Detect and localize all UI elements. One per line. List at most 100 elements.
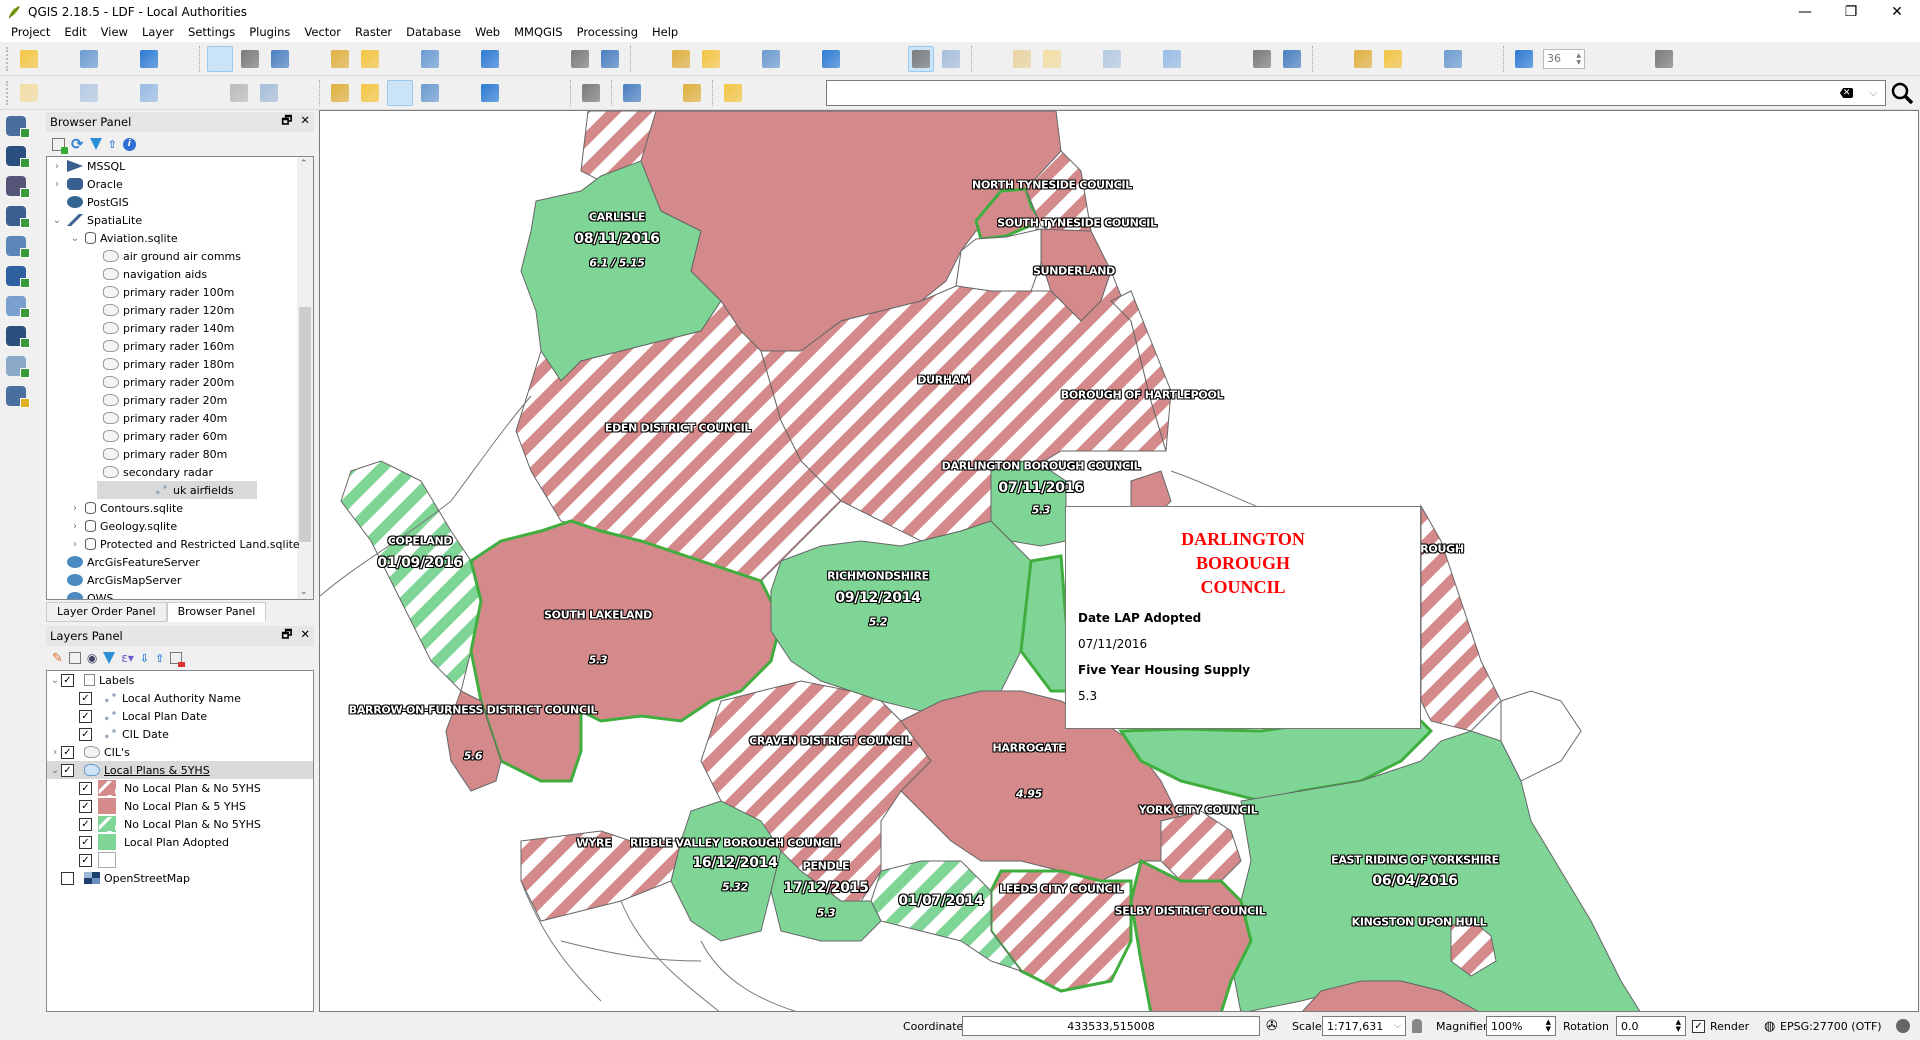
menu-plugins[interactable]: Plugins (242, 25, 297, 39)
browser-item[interactable]: › MSSQL (47, 157, 313, 175)
render-checkbox[interactable]: ✓ (1692, 1019, 1705, 1033)
remove-layer-icon[interactable] (170, 652, 186, 667)
chevron-right-icon[interactable]: › (49, 747, 61, 758)
layer-tree-item[interactable]: ⌄ ✓ Labels (47, 671, 313, 689)
local-histogram-stretch-button[interactable] (1009, 46, 1035, 72)
expand-all-icon[interactable]: ⇩ (140, 652, 149, 665)
qgis2web-3-button[interactable] (1380, 46, 1406, 72)
save-as-button[interactable] (106, 46, 132, 72)
layer-tree-item[interactable]: ⌄ ✓ Local Plans & 5YHS (47, 761, 313, 779)
zoom-next-button[interactable] (507, 46, 533, 72)
local-cumulative-stretch-button[interactable] (1069, 46, 1095, 72)
messages-icon[interactable] (1896, 1019, 1910, 1033)
open-field-calculator-button[interactable] (818, 46, 844, 72)
select-features-button[interactable] (698, 46, 724, 72)
browser-item[interactable]: › Oracle (47, 175, 313, 193)
p2-plugin-button[interactable] (1621, 46, 1647, 72)
filter-icon[interactable] (89, 138, 102, 150)
browser-item[interactable]: ⌄ Aviation.sqlite (47, 229, 313, 247)
collapse-all-icon[interactable]: ⇧ (108, 138, 117, 151)
qgis2web-1-button[interactable] (1320, 46, 1346, 72)
close-panel-icon[interactable]: ✕ (300, 113, 310, 132)
georeferencer-button[interactable] (1279, 46, 1305, 72)
map-canvas[interactable]: CARLISLE 08/11/2016 6.1 / 5.15 NORTH TYNESI… (319, 110, 1919, 1012)
menu-vector[interactable]: Vector (297, 25, 348, 39)
open-project-button[interactable] (46, 46, 72, 72)
filter-legend-icon[interactable] (103, 652, 116, 664)
chevron-right-icon[interactable]: › (51, 179, 63, 190)
text-annotation-button[interactable] (938, 46, 964, 72)
locator-search-input[interactable]: ✕ ⌵ (826, 80, 1886, 106)
layer-visibility-checkbox[interactable] (61, 871, 74, 885)
browser-item[interactable]: › Geology.sqlite (47, 517, 313, 535)
refresh-icon[interactable]: ⟳ (71, 135, 84, 153)
layer-visibility-checkbox[interactable]: ✓ (61, 673, 74, 687)
style-manager-icon[interactable]: ✎ (52, 651, 63, 666)
cumulative-stretch-button[interactable] (1039, 46, 1065, 72)
menu-view[interactable]: View (94, 25, 135, 39)
spiral-size-spinbox[interactable]: 36 ▲ ▼ (1543, 48, 1585, 69)
zoom-out-button[interactable] (327, 46, 353, 72)
float-panel-icon[interactable]: 🗗 (282, 627, 293, 646)
new-vector-layer-button[interactable] (6, 386, 36, 412)
decrease-brightness-button[interactable] (1129, 46, 1155, 72)
crs-status[interactable]: EPSG:27700 (OTF) (1780, 1020, 1882, 1033)
chevron-down-icon[interactable]: ⌄ (51, 215, 63, 226)
clear-icon[interactable]: ✕ (1839, 88, 1854, 98)
toggle-extents-icon[interactable]: ✇ (1266, 1018, 1278, 1034)
pan-map-button[interactable] (237, 46, 263, 72)
move-label-button[interactable] (447, 80, 473, 106)
toolbar-grip[interactable] (6, 46, 10, 71)
qgis2web-5-button[interactable] (1440, 46, 1466, 72)
magnifier-spinbox[interactable]: 100% ▲ ▼ (1486, 1016, 1556, 1036)
menu-edit[interactable]: Edit (57, 25, 93, 39)
spiral-button[interactable] (1511, 46, 1537, 72)
visibility-icon[interactable]: ◉ (87, 651, 97, 665)
menu-raster[interactable]: Raster (348, 25, 399, 39)
browser-item[interactable]: PostGIS (47, 193, 313, 211)
chevron-down-icon[interactable]: ⌄ (69, 233, 81, 244)
new-project-button[interactable] (16, 46, 42, 72)
browser-item[interactable]: primary rader 180m (47, 355, 313, 373)
float-panel-icon[interactable]: 🗗 (282, 113, 293, 132)
browser-item[interactable]: OWS (47, 589, 313, 599)
properties-icon[interactable]: i (122, 137, 136, 151)
decrease-contrast-button[interactable] (1189, 46, 1215, 72)
add-wms-layer-button[interactable] (6, 236, 36, 262)
layer-tree-item[interactable]: ✓ (47, 851, 313, 869)
menu-help[interactable]: Help (645, 25, 685, 39)
add-virtual-layer-button[interactable] (6, 356, 36, 382)
new-print-composer-button[interactable] (136, 46, 162, 72)
menu-database[interactable]: Database (399, 25, 468, 39)
csw-button[interactable] (578, 80, 604, 106)
move-feature-button[interactable] (136, 80, 162, 106)
add-wcs-layer-button[interactable] (6, 296, 36, 322)
save-layer-edits-button[interactable] (76, 80, 102, 106)
add-postgis-layer-button[interactable] (6, 206, 36, 232)
increase-contrast-button[interactable] (1159, 46, 1185, 72)
label-text-button[interactable] (537, 80, 563, 106)
lock-scale-icon[interactable] (1412, 1019, 1422, 1033)
paste-features-button[interactable] (286, 80, 312, 106)
maximize-button[interactable]: ❐ (1828, 0, 1874, 24)
grid-tool-button[interactable] (1219, 46, 1245, 72)
add-group-icon[interactable] (68, 652, 81, 664)
chevron-down-icon[interactable]: ⌵ (1869, 88, 1877, 99)
map-tips-button[interactable] (908, 45, 934, 72)
browser-item[interactable]: uk airfields (97, 481, 257, 499)
layer-labeling-button[interactable] (327, 80, 353, 106)
node-tool-button[interactable] (166, 80, 192, 106)
layer-visibility-checkbox[interactable]: ✓ (79, 709, 92, 723)
browser-item[interactable]: primary rader 80m (47, 445, 313, 463)
minimize-button[interactable]: — (1782, 0, 1828, 24)
layer-tree-item[interactable]: ✓ No Local Plan & No 5YHS (47, 779, 313, 797)
zoom-full-button[interactable] (387, 46, 413, 72)
identify-button[interactable] (638, 46, 664, 72)
browser-item[interactable]: primary rader 40m (47, 409, 313, 427)
touch-zoom-pan-button[interactable] (207, 45, 233, 72)
browser-item[interactable]: ArcGisMapServer (47, 571, 313, 589)
add-delimited-text-layer-button[interactable] (6, 176, 36, 202)
cut-features-button[interactable] (226, 80, 252, 106)
rotation-spinbox[interactable]: 0.0 ▲ ▼ (1616, 1016, 1686, 1036)
crosshair-button[interactable] (1591, 46, 1617, 72)
